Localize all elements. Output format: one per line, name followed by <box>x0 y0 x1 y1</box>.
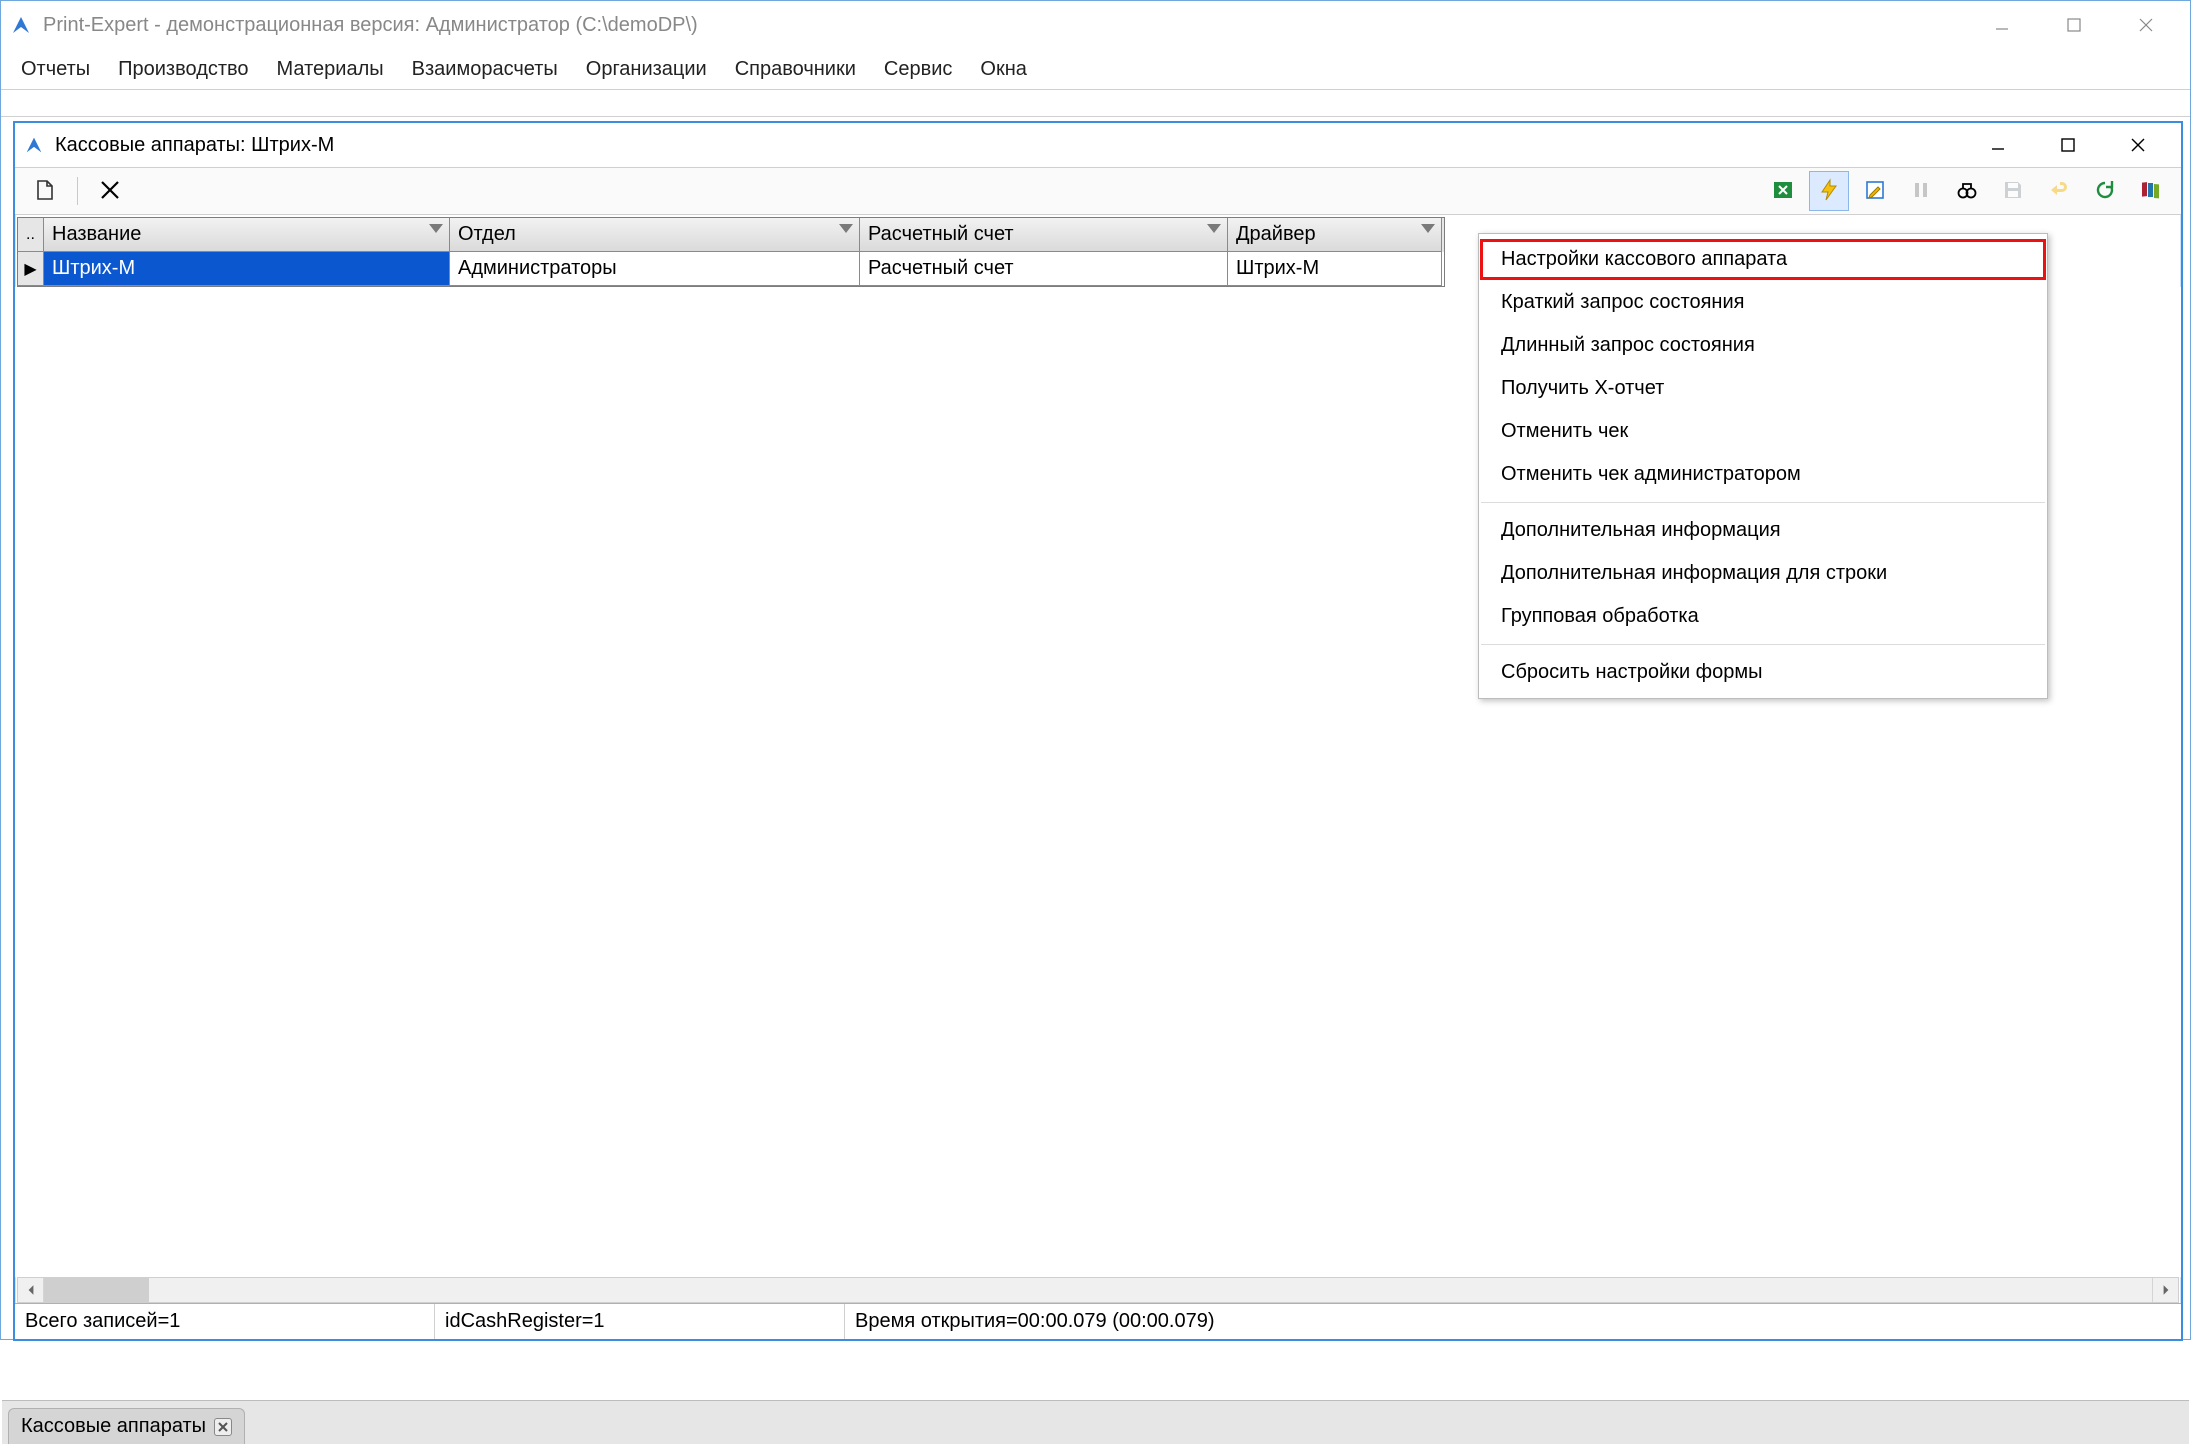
document-tab[interactable]: Кассовые аппараты <box>8 1408 245 1444</box>
child-app-icon <box>23 134 45 156</box>
help-button[interactable] <box>2131 171 2171 211</box>
main-window: Print-Expert - демонстрационная версия: … <box>0 0 2191 1340</box>
maximize-button[interactable] <box>2038 3 2110 47</box>
main-menubar: Отчеты Производство Материалы Взаиморасч… <box>1 49 2190 89</box>
refresh-button[interactable] <box>2085 171 2125 211</box>
main-window-title: Print-Expert - демонстрационная версия: … <box>43 14 1966 37</box>
dropdown-icon[interactable] <box>839 224 853 233</box>
lightning-button[interactable] <box>1809 171 1849 211</box>
delete-icon <box>98 178 122 205</box>
cm-x-report[interactable]: Получить X-отчет <box>1479 367 2047 410</box>
column-header-driver-label: Драйвер <box>1236 223 1316 246</box>
binoculars-icon <box>1955 178 1979 205</box>
column-header-dept[interactable]: Отдел <box>450 218 860 252</box>
undo-icon <box>2047 178 2071 205</box>
menu-reports[interactable]: Отчеты <box>7 52 104 87</box>
dropdown-icon[interactable] <box>1207 224 1221 233</box>
cm-reset-form[interactable]: Сбросить настройки формы <box>1479 651 2047 694</box>
menu-settlements[interactable]: Взаиморасчеты <box>398 52 572 87</box>
columns-button[interactable] <box>1901 171 1941 211</box>
dropdown-icon[interactable] <box>429 224 443 233</box>
columns-icon <box>1909 178 1933 205</box>
cm-extra-info-row[interactable]: Дополнительная информация для строки <box>1479 552 2047 595</box>
undo-button[interactable] <box>2039 171 2079 211</box>
column-header-name-label: Название <box>52 223 141 246</box>
context-menu[interactable]: Настройки кассового аппарата Краткий зап… <box>1478 233 2048 699</box>
current-row-indicator: ▶ <box>18 252 44 286</box>
context-menu-separator <box>1481 502 2045 503</box>
app-icon <box>9 13 33 37</box>
cm-long-status[interactable]: Длинный запрос состояния <box>1479 324 2047 367</box>
menu-organizations[interactable]: Организации <box>572 52 721 87</box>
main-window-controls <box>1966 3 2182 47</box>
status-time: Время открытия=00:00.079 (00:00.079) <box>845 1304 2181 1339</box>
scroll-left-button[interactable] <box>18 1278 44 1302</box>
horizontal-scrollbar[interactable] <box>17 1277 2179 1303</box>
books-icon <box>2139 178 2163 205</box>
column-header-dept-label: Отдел <box>458 223 516 246</box>
document-tab-close[interactable] <box>214 1418 232 1436</box>
menu-windows[interactable]: Окна <box>966 52 1040 87</box>
cm-short-status[interactable]: Краткий запрос состояния <box>1479 281 2047 324</box>
column-header-account-label: Расчетный счет <box>868 223 1014 246</box>
new-document-button[interactable] <box>25 171 65 211</box>
status-id: idCashRegister=1 <box>435 1304 845 1339</box>
cell-dept[interactable]: Администраторы <box>450 252 860 286</box>
cell-account[interactable]: Расчетный счет <box>860 252 1228 286</box>
excel-export-button[interactable] <box>1763 171 1803 211</box>
excel-export-icon <box>1771 178 1795 205</box>
grid-header-row: .. Название Отдел Расчетный счет Дра <box>18 218 1444 252</box>
main-sub-strip <box>1 89 2190 117</box>
cm-cancel-check-admin[interactable]: Отменить чек администратором <box>1479 453 2047 496</box>
menu-service[interactable]: Сервис <box>870 52 967 87</box>
table-row[interactable]: ▶ Штрих-М Администраторы Расчетный счет … <box>18 252 1444 286</box>
edit-icon <box>1863 178 1887 205</box>
status-bar: Всего записей=1 idCashRegister=1 Время о… <box>15 1303 2181 1339</box>
row-indicator-header[interactable]: .. <box>18 218 44 252</box>
grid[interactable]: .. Название Отдел Расчетный счет Дра <box>17 217 1445 287</box>
cm-group-processing[interactable]: Групповая обработка <box>1479 595 2047 638</box>
menu-directories[interactable]: Справочники <box>721 52 870 87</box>
close-button[interactable] <box>2110 3 2182 47</box>
lightning-icon <box>1817 178 1841 205</box>
cell-name[interactable]: Штрих-М <box>44 252 450 286</box>
cm-extra-info[interactable]: Дополнительная информация <box>1479 509 2047 552</box>
column-header-account[interactable]: Расчетный счет <box>860 218 1228 252</box>
menu-materials[interactable]: Материалы <box>263 52 398 87</box>
child-minimize-button[interactable] <box>1963 125 2033 165</box>
cell-driver[interactable]: Штрих-М <box>1228 252 1442 286</box>
document-tab-strip: Кассовые аппараты <box>2 1400 2189 1444</box>
column-header-name[interactable]: Название <box>44 218 450 252</box>
refresh-icon <box>2093 178 2117 205</box>
context-menu-separator <box>1481 644 2045 645</box>
child-close-button[interactable] <box>2103 125 2173 165</box>
scroll-thumb[interactable] <box>44 1278 149 1302</box>
cm-cashreg-settings[interactable]: Настройки кассового аппарата <box>1479 238 2047 281</box>
dropdown-icon[interactable] <box>1421 224 1435 233</box>
scroll-right-button[interactable] <box>2152 1278 2178 1302</box>
menu-production[interactable]: Производство <box>104 52 262 87</box>
save-button[interactable] <box>1993 171 2033 211</box>
status-records: Всего записей=1 <box>15 1304 435 1339</box>
child-window-title: Кассовые аппараты: Штрих-М <box>55 134 1963 157</box>
document-tab-label: Кассовые аппараты <box>21 1415 206 1438</box>
find-button[interactable] <box>1947 171 1987 211</box>
main-titlebar: Print-Expert - демонстрационная версия: … <box>1 1 2190 49</box>
new-document-icon <box>33 178 57 205</box>
child-titlebar: Кассовые аппараты: Штрих-М <box>15 123 2181 167</box>
child-toolbar <box>15 167 2181 215</box>
toolbar-separator <box>77 177 78 205</box>
cm-cancel-check[interactable]: Отменить чек <box>1479 410 2047 453</box>
edit-button[interactable] <box>1855 171 1895 211</box>
minimize-button[interactable] <box>1966 3 2038 47</box>
column-header-driver[interactable]: Драйвер <box>1228 218 1442 252</box>
child-maximize-button[interactable] <box>2033 125 2103 165</box>
delete-button[interactable] <box>90 171 130 211</box>
scroll-track[interactable] <box>44 1278 2152 1302</box>
save-icon <box>2001 178 2025 205</box>
